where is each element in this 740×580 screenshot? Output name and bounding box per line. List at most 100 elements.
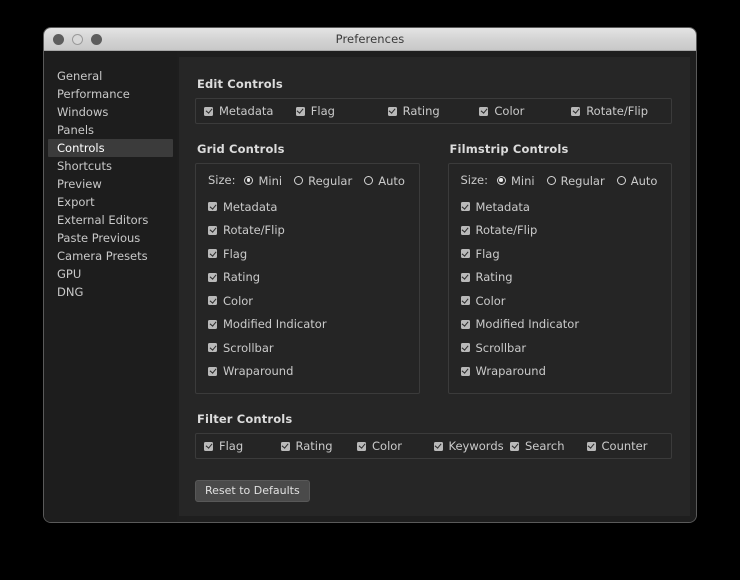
check-icon [208,249,217,259]
checkbox-label: Metadata [223,199,278,214]
radio-label: Auto [630,173,658,188]
check-icon [387,106,397,116]
sidebar-item-general[interactable]: General [48,67,173,85]
check-icon [208,366,217,376]
radio-regular[interactable]: Regular [546,174,605,188]
checkbox-rating[interactable]: Rating [387,104,480,118]
sidebar-item-shortcuts[interactable]: Shortcuts [48,157,173,175]
zoom-button[interactable] [91,33,102,45]
title-bar[interactable]: Preferences [44,28,696,51]
check-icon [460,296,470,306]
checkbox-rating[interactable]: Rating [449,266,672,290]
checkbox-metadata[interactable]: Metadata [204,104,296,118]
checkbox-label: Rating [402,104,440,118]
sidebar-item-label: Windows [57,105,109,119]
checkbox-label: Modified Indicator [223,317,327,332]
check-icon [571,106,581,116]
checkbox-flag[interactable]: Flag [204,439,281,453]
checkbox-label: Color [223,293,254,308]
sidebar-item-dng[interactable]: DNG [48,283,173,301]
sidebar-item-panels[interactable]: Panels [48,121,173,139]
checkbox-label: Flag [475,246,500,261]
checkbox-label: Rating [295,439,333,453]
sidebar-item-windows[interactable]: Windows [48,103,173,121]
radio-auto[interactable]: Auto [364,174,405,188]
grid-controls-box: Size: Mini Regular Auto Metadata Rotate/Fli… [195,163,420,394]
sidebar-item-external-editors[interactable]: External Editors [48,211,173,229]
checkbox-label: Scrollbar [475,340,527,355]
checkbox-label: Rotate/Flip [223,223,285,238]
grid-size-radio-group: Mini Regular Auto [244,170,416,189]
radio-regular[interactable]: Regular [294,174,352,188]
minimize-button[interactable] [72,33,83,45]
checkbox-search[interactable]: Search [510,439,587,453]
sidebar-item-label: Shortcuts [57,159,112,173]
checkbox-scrollbar[interactable]: Scrollbar [196,336,419,360]
check-icon [510,441,519,451]
sidebar-item-performance[interactable]: Performance [48,85,173,103]
window-title: Preferences [335,32,405,46]
grid-controls-title: Grid Controls [197,142,285,156]
checkbox-flag[interactable]: Flag [295,104,388,118]
check-icon [460,319,470,329]
checkbox-label: Flag [219,439,244,453]
check-icon [204,441,213,451]
filter-controls-section: Filter Controls Flag Rating Color Keywords S… [195,412,672,459]
sidebar-item-preview[interactable]: Preview [48,175,173,193]
checkbox-metadata[interactable]: Metadata [196,195,419,219]
checkbox-scrollbar[interactable]: Scrollbar [449,336,672,360]
check-icon [460,366,470,376]
checkbox-flag[interactable]: Flag [196,242,419,266]
sidebar-item-label: GPU [57,267,82,281]
checkbox-modified-indicator[interactable]: Modified Indicator [449,313,672,337]
checkbox-label: Rating [475,270,513,285]
radio-mini[interactable]: Mini [244,174,282,188]
check-icon [460,225,470,235]
sidebar-item-gpu[interactable]: GPU [48,265,173,283]
checkbox-rotate-flip[interactable]: Rotate/Flip [571,104,663,118]
radio-label: Mini [258,173,283,188]
checkbox-metadata[interactable]: Metadata [449,195,672,219]
check-icon [208,343,217,353]
content-panel: Edit Controls Metadata Flag Rating Color Rot… [179,57,690,516]
radio-auto[interactable]: Auto [616,173,658,188]
reset-to-defaults-button[interactable]: Reset to Defaults [195,480,310,502]
checkbox-color[interactable]: Color [357,439,434,453]
filmstrip-size-row: Size: Mini Regular Auto [449,173,672,188]
checkbox-label: Counter [601,439,648,453]
checkbox-label: Search [525,439,565,453]
filmstrip-controls-title: Filmstrip Controls [449,142,569,156]
sidebar-item-export[interactable]: Export [48,193,173,211]
checkbox-counter[interactable]: Counter [586,439,664,453]
grid-size-row: Size: Mini Regular Auto [196,170,419,189]
check-icon [460,202,470,212]
sidebar-item-label: Paste Previous [57,231,141,245]
checkbox-wraparound[interactable]: Wraparound [196,360,419,384]
checkbox-color[interactable]: Color [479,104,571,118]
window-body: General Performance Windows Panels Controls S… [44,51,696,522]
checkbox-color[interactable]: Color [196,289,419,313]
checkbox-rating[interactable]: Rating [280,439,358,453]
radio-label: Auto [378,173,405,188]
grid-filmstrip-row: Grid Controls Size: Mini Regular Auto Meta… [195,142,672,394]
radio-selected-icon [244,176,254,185]
sidebar-item-paste-previous[interactable]: Paste Previous [48,229,173,247]
checkbox-keywords[interactable]: Keywords [433,439,511,453]
checkbox-rotate-flip[interactable]: Rotate/Flip [196,219,419,243]
check-icon [433,441,443,451]
sidebar-item-camera-presets[interactable]: Camera Presets [48,247,173,265]
sidebar-item-controls[interactable]: Controls [48,139,173,157]
checkbox-flag[interactable]: Flag [449,242,672,266]
filmstrip-checkbox-list: Metadata Rotate/Flip Flag Rating Color Modifi… [449,195,672,383]
grid-checkbox-list: Metadata Rotate/Flip Flag Rating Color Modifi… [196,195,419,383]
checkbox-wraparound[interactable]: Wraparound [449,360,672,384]
radio-mini[interactable]: Mini [496,174,535,188]
checkbox-rating[interactable]: Rating [196,266,419,290]
checkbox-color[interactable]: Color [449,289,672,313]
check-icon [295,106,305,116]
checkbox-rotate-flip[interactable]: Rotate/Flip [449,219,672,243]
check-icon [208,272,217,282]
checkbox-modified-indicator[interactable]: Modified Indicator [196,313,419,337]
radio-icon [294,176,304,185]
close-button[interactable] [53,33,64,45]
